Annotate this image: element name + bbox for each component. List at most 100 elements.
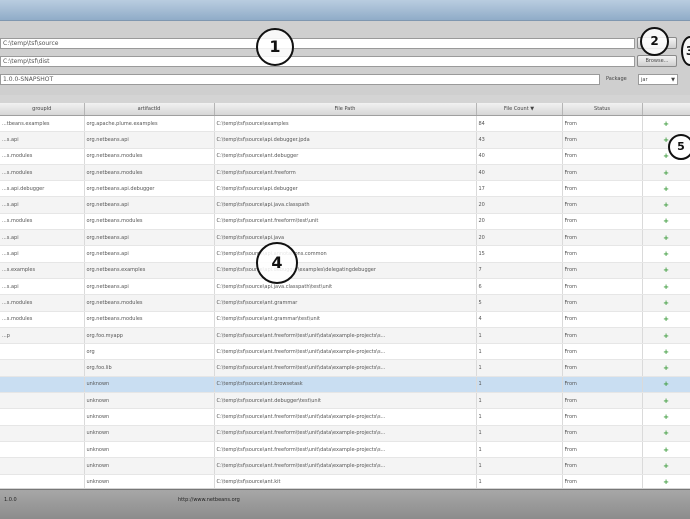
annotation-badge-1: 1: [256, 28, 294, 66]
cell-file-path: C:\temp\tsf\source\ant.freeform\test\uni…: [214, 425, 477, 442]
column-header-file-count[interactable]: File Count ▼: [476, 103, 563, 116]
table-row[interactable]: unknown C:\temp\tsf\source\ant.kit 1 From +: [0, 474, 690, 488]
table-row[interactable]: ...s.apiorg.netbeans.apiC:\temp\tsf\sour…: [0, 229, 690, 247]
add-icon[interactable]: +: [642, 294, 690, 312]
add-icon[interactable]: +: [642, 262, 690, 279]
table-row[interactable]: ...tbeans.examples org.apache.plume.examp…: [0, 115, 690, 133]
add-icon[interactable]: +: [642, 392, 690, 410]
table-row[interactable]: ...s.modules org.netbeans.modules C:\temp\…: [0, 164, 690, 182]
add-icon[interactable]: +: [642, 278, 690, 296]
add-icon[interactable]: +: [642, 425, 690, 442]
cell-status: From: [562, 245, 643, 263]
table-row[interactable]: ...s.apiorg.netbeans.apiC:\temp\tsf\sour…: [0, 245, 690, 263]
table-row[interactable]: unknown C:\temp\tsf\source\ant.freeform\t…: [0, 408, 690, 426]
table-row[interactable]: unknown C:\temp\tsf\source\ant.freeform\t…: [0, 425, 690, 442]
table-row[interactable]: ...s.modules org.netbeans.modules C:\temp\…: [0, 213, 690, 231]
cell-file-count: 1: [476, 392, 563, 410]
table-row[interactable]: unknown C:\temp\tsf\source\ant.browsetask…: [0, 376, 690, 394]
cell-artifactid: unknown: [84, 441, 215, 459]
add-icon[interactable]: +: [642, 376, 690, 394]
table-row[interactable]: ...s.apiorg.netbeans.apiC:\temp\tsf\sour…: [0, 131, 690, 149]
add-icon[interactable]: +: [642, 327, 690, 345]
cell-file-path: C:\temp\tsf\source\api.java.classpath\te…: [214, 278, 477, 296]
table-row[interactable]: ...s.modules org.netbeans.modules C:\temp\…: [0, 311, 690, 328]
add-icon[interactable]: +: [642, 474, 690, 488]
cell-file-count: 1: [476, 376, 563, 394]
table-row[interactable]: unknown C:\temp\tsf\source\ant.freeform\t…: [0, 457, 690, 475]
cell-file-count: 20: [476, 229, 563, 247]
cell-groupid: ...s.api: [0, 245, 85, 263]
table-row[interactable]: org C:\temp\tsf\source\ant.freeform\test\…: [0, 343, 690, 361]
table-row[interactable]: ...s.modules org.netbeans.modules C:\temp\…: [0, 148, 690, 165]
column-header-status[interactable]: Status: [562, 103, 643, 116]
column-header-groupid[interactable]: groupId: [0, 103, 85, 116]
table-row[interactable]: unknown C:\temp\tsf\source\ant.debugger\t…: [0, 392, 690, 410]
add-icon[interactable]: +: [642, 180, 690, 198]
cell-file-path: C:\temp\tsf\source\ant.freeform\test\uni…: [214, 408, 477, 426]
cell-status: From: [562, 131, 643, 149]
browse-dist-button[interactable]: Browse...: [637, 55, 677, 67]
cell-groupid: [0, 474, 85, 488]
add-icon[interactable]: +: [642, 343, 690, 361]
table-row[interactable]: ...s.api.debugger org.netbeans.api.debugg…: [0, 180, 690, 198]
window-title-bar: [0, 0, 690, 21]
cell-groupid: ...s.api: [0, 278, 85, 296]
cell-artifactid: org.netbeans.api: [84, 245, 215, 263]
cell-file-count: 6: [476, 278, 563, 296]
table-row[interactable]: ...p org.foo.myapp C:\temp\tsf\source\ant.…: [0, 327, 690, 345]
column-header-file-path[interactable]: File Path: [214, 103, 477, 116]
add-icon[interactable]: +: [642, 213, 690, 231]
add-icon[interactable]: +: [642, 457, 690, 475]
cell-artifactid: unknown: [84, 474, 215, 488]
cell-groupid: ...tbeans.examples: [0, 115, 85, 133]
cell-artifactid: org.netbeans.modules: [84, 311, 215, 328]
add-icon[interactable]: +: [642, 441, 690, 459]
package-label: Package: [606, 76, 627, 82]
add-icon[interactable]: +: [642, 115, 690, 133]
cell-groupid: ...s.modules: [0, 311, 85, 328]
cell-status: From: [562, 457, 643, 475]
column-header-actions: [642, 103, 690, 116]
cell-file-count: 15: [476, 245, 563, 263]
add-icon[interactable]: +: [642, 408, 690, 426]
table-row[interactable]: ...s.apiorg.netbeans.apiC:\temp\tsf\sour…: [0, 196, 690, 214]
package-select[interactable]: jar ▼: [638, 74, 678, 85]
cell-status: From: [562, 115, 643, 133]
cell-file-path: C:\temp\tsf\source\examples: [214, 115, 477, 133]
status-version: 1.0.0: [4, 497, 17, 503]
table-row[interactable]: ...s.examplesorg.netbeans.examplesC:\tem…: [0, 262, 690, 279]
cell-groupid: [0, 441, 85, 459]
add-icon[interactable]: +: [642, 196, 690, 214]
add-icon[interactable]: +: [642, 359, 690, 377]
cell-file-path: C:\temp\tsf\source\api.debugger\examples…: [214, 262, 477, 279]
cell-groupid: ...s.modules: [0, 148, 85, 165]
dist-path-input[interactable]: C:\temp\tsf\dist: [0, 56, 635, 67]
cell-artifactid: org.netbeans.modules: [84, 213, 215, 231]
cell-groupid: [0, 392, 85, 410]
add-icon[interactable]: +: [642, 229, 690, 247]
cell-groupid: ...s.modules: [0, 213, 85, 231]
add-icon[interactable]: +: [642, 164, 690, 182]
cell-status: From: [562, 474, 643, 488]
table-row[interactable]: unknown C:\temp\tsf\source\ant.freeform\t…: [0, 441, 690, 459]
file-count-header-label: File Count: [503, 106, 529, 112]
cell-status: From: [562, 164, 643, 182]
add-icon[interactable]: +: [642, 245, 690, 263]
cell-status: From: [562, 343, 643, 361]
cell-file-path: C:\temp\tsf\source\api.java.classpath: [214, 196, 477, 214]
cell-file-path: C:\temp\tsf\source\ant.freeform: [214, 164, 477, 182]
table-row[interactable]: ...s.modules org.netbeans.modules C:\temp\…: [0, 294, 690, 312]
cell-status: From: [562, 327, 643, 345]
column-header-artifactid[interactable]: artifactId: [84, 103, 215, 116]
cell-file-count: 84: [476, 115, 563, 133]
add-icon[interactable]: +: [642, 311, 690, 328]
status-url: http://www.netbeans.org: [178, 497, 240, 503]
table-row[interactable]: org.foo.lib C:\temp\tsf\source\ant.freefo…: [0, 359, 690, 377]
cell-file-count: 5: [476, 294, 563, 312]
source-path-input[interactable]: C:\temp\tsf\source: [0, 38, 635, 49]
table-row[interactable]: ...s.apiorg.netbeans.apiC:\temp\tsf\sour…: [0, 278, 690, 296]
cell-file-path: C:\temp\tsf\source\api.debugger: [214, 180, 477, 198]
version-input[interactable]: 1.0.0-SNAPSHOT: [0, 74, 600, 85]
table-header-row: groupId artifactId File Path File Count …: [0, 103, 690, 116]
cell-groupid: [0, 343, 85, 361]
